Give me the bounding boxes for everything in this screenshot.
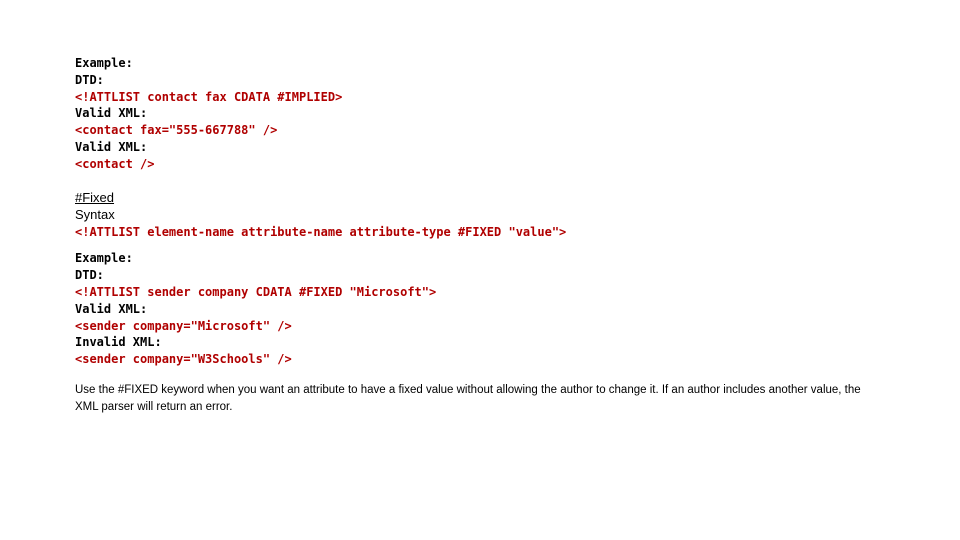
xml-valid-line: <sender company="Microsoft" /> — [75, 318, 885, 335]
syntax-line: <!ATTLIST element-name attribute-name at… — [75, 224, 885, 241]
example-label-2: Example: — [75, 250, 885, 267]
xml-line-1: <contact fax="555-667788" /> — [75, 122, 885, 139]
valid-xml-label-3: Valid XML: — [75, 301, 885, 318]
valid-xml-label-2: Valid XML: — [75, 139, 885, 156]
syntax-subheading: Syntax — [75, 206, 885, 224]
invalid-xml-label: Invalid XML: — [75, 334, 885, 351]
example-label: Example: — [75, 55, 885, 72]
dtd-line: <!ATTLIST contact fax CDATA #IMPLIED> — [75, 89, 885, 106]
dtd-label-2: DTD: — [75, 267, 885, 284]
fixed-heading: #Fixed — [75, 189, 885, 207]
xml-line-2: <contact /> — [75, 156, 885, 173]
valid-xml-label-1: Valid XML: — [75, 105, 885, 122]
dtd-line-2: <!ATTLIST sender company CDATA #FIXED "M… — [75, 284, 885, 301]
explanation-paragraph: Use the #FIXED keyword when you want an … — [75, 382, 885, 415]
dtd-label: DTD: — [75, 72, 885, 89]
example2-block: Example: DTD: <!ATTLIST sender company C… — [75, 250, 885, 368]
example1-block: Example: DTD: <!ATTLIST contact fax CDAT… — [75, 55, 885, 173]
xml-invalid-line: <sender company="W3Schools" /> — [75, 351, 885, 368]
